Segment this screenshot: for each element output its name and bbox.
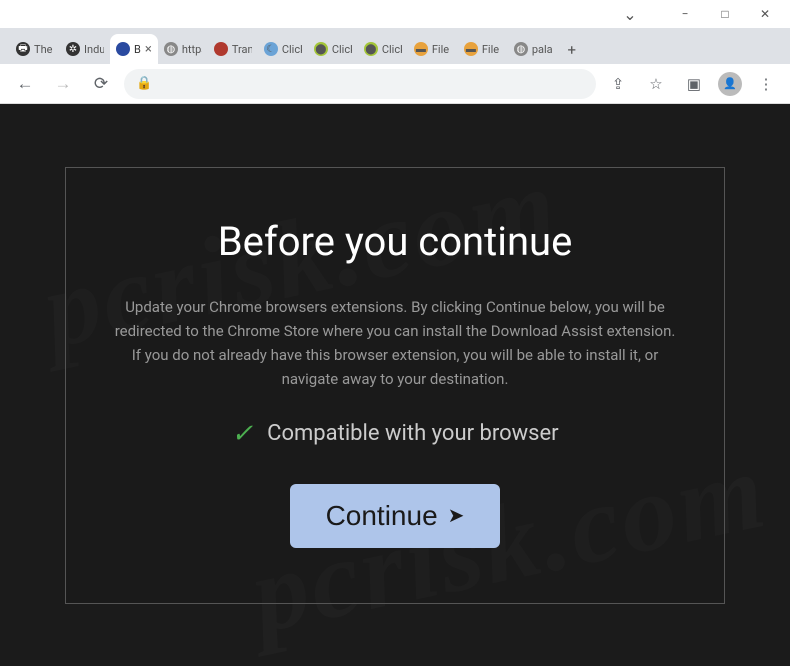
new-tab-button[interactable]: +: [558, 36, 586, 64]
tab-favicon: ◍: [164, 42, 178, 56]
tab-title: File D: [482, 43, 502, 56]
tab-item[interactable]: ☾ Click: [258, 34, 308, 64]
bookmark-icon[interactable]: ☆: [642, 70, 670, 98]
tab-item[interactable]: Trans: [208, 34, 258, 64]
profile-icon[interactable]: 👤: [718, 72, 742, 96]
tab-item[interactable]: 🖶 The I: [10, 34, 60, 64]
tab-item[interactable]: ⬤ Click: [358, 34, 408, 64]
tab-title: Click: [332, 43, 352, 56]
tab-close-icon[interactable]: ×: [145, 42, 152, 57]
tab-item[interactable]: ✲ Indu: [60, 34, 110, 64]
tab-favicon: ☾: [264, 42, 278, 56]
tab-title: Click: [282, 43, 302, 56]
minimize-button[interactable]: −: [665, 0, 705, 28]
lock-icon: 🔒: [136, 76, 152, 91]
tab-title: The I: [34, 43, 54, 56]
kebab-menu-icon[interactable]: ⋮: [752, 70, 780, 98]
address-bar: ← → ⟳ 🔒 ⇪ ☆ ▣ 👤 ⋮: [0, 64, 790, 104]
forward-button[interactable]: →: [48, 69, 78, 99]
tab-title: Trans: [232, 43, 252, 56]
share-icon[interactable]: ⇪: [604, 70, 632, 98]
back-button[interactable]: ←: [10, 69, 40, 99]
tab-title: https: [182, 43, 202, 56]
tab-favicon: ⬤: [364, 42, 378, 56]
tab-favicon: ▬: [464, 42, 478, 56]
tab-title: Click: [382, 43, 402, 56]
dialog-title: Before you continue: [106, 218, 684, 265]
continue-button[interactable]: Continue ➤: [290, 484, 501, 548]
url-input[interactable]: 🔒: [124, 69, 596, 99]
tab-title: B: [134, 43, 141, 56]
before-continue-dialog: Before you continue Update your Chrome b…: [65, 167, 725, 604]
page-content: pcrisk.com pcrisk.com Before you continu…: [0, 104, 790, 666]
side-panel-icon[interactable]: ▣: [680, 70, 708, 98]
window-chevron-icon[interactable]: ⌄: [615, 0, 645, 28]
tab-bar: 🖶 The I ✲ Indu B × ◍ https Trans ☾ Click…: [0, 28, 790, 64]
compatibility-text: Compatible with your browser: [267, 421, 559, 446]
reload-button[interactable]: ⟳: [86, 69, 116, 99]
tab-favicon: 🖶: [16, 42, 30, 56]
tab-item-active[interactable]: B ×: [110, 34, 158, 64]
continue-arrow-icon: ➤: [448, 503, 465, 528]
continue-button-label: Continue: [326, 500, 438, 532]
checkmark-icon: ✓: [231, 419, 253, 449]
tab-item[interactable]: ⬤ Click: [308, 34, 358, 64]
tab-favicon: [214, 42, 228, 56]
close-window-button[interactable]: ✕: [745, 0, 785, 28]
compatibility-row: ✓ Compatible with your browser: [106, 419, 684, 449]
toolbar-icons: ⇪ ☆ ▣ 👤 ⋮: [604, 70, 780, 98]
tab-item[interactable]: ◍ palac: [508, 34, 558, 64]
tab-title: File D: [432, 43, 452, 56]
tab-favicon: ⬤: [314, 42, 328, 56]
tab-item[interactable]: ▬ File D: [408, 34, 458, 64]
maximize-button[interactable]: □: [705, 0, 745, 28]
tab-favicon: ◍: [514, 42, 528, 56]
tab-favicon: [116, 42, 130, 56]
window-titlebar: ⌄ − □ ✕: [0, 0, 790, 28]
tab-favicon: ▬: [414, 42, 428, 56]
tab-item[interactable]: ▬ File D: [458, 34, 508, 64]
tab-favicon: ✲: [66, 42, 80, 56]
tab-title: Indu: [84, 43, 104, 56]
tab-item[interactable]: ◍ https: [158, 34, 208, 64]
dialog-body-text: Update your Chrome browsers extensions. …: [106, 295, 684, 391]
tab-title: palac: [532, 43, 552, 56]
